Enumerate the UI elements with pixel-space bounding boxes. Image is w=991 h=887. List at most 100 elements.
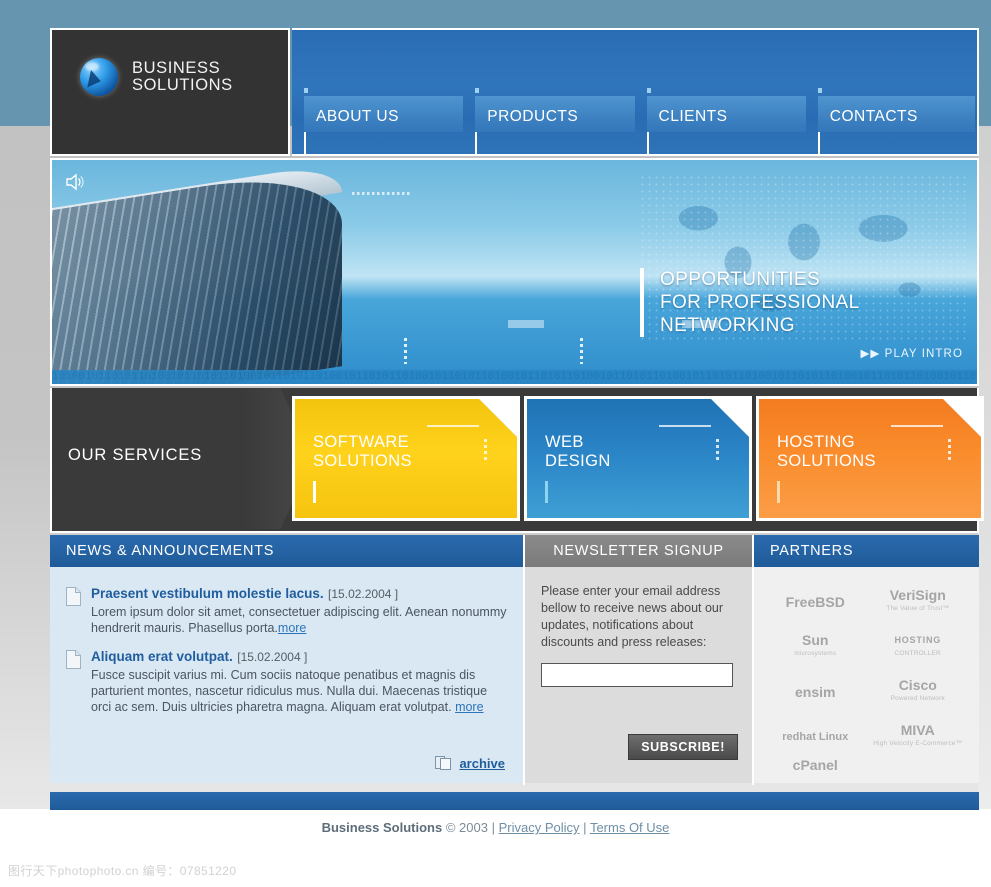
document-icon — [66, 587, 81, 606]
banner-dot-column — [404, 338, 407, 364]
news-heading: NEWS & ANNOUNCEMENTS — [50, 535, 523, 567]
newsletter-body: Please enter your email address bellow t… — [525, 567, 752, 783]
page-fold-icon — [711, 399, 749, 437]
footer-separator: | — [583, 820, 587, 835]
partner-tagline: The Value of Trust™ — [886, 604, 950, 612]
logo-line-1: BUSINESS — [132, 59, 221, 77]
email-field[interactable] — [541, 663, 733, 687]
fold-dots — [484, 439, 487, 463]
news-title[interactable]: Praesent vestibulum molestie lacus. — [91, 586, 324, 601]
copy-pages-icon — [435, 756, 452, 770]
partner-logo-hosting-controller[interactable]: HOSTING CONTROLLER — [894, 634, 941, 660]
hero-banner: OPPORTUNITIES FOR PROFESSIONAL NETWORKIN… — [50, 158, 979, 386]
news-body-text: Fusce suscipit varius mi. Cum sociis nat… — [91, 667, 507, 715]
news-item: Aliquam erat volutpat. [15.02.2004 ] Fus… — [66, 648, 507, 715]
news-title-row: Praesent vestibulum molestie lacus. [15.… — [91, 585, 507, 603]
document-icon — [66, 650, 81, 669]
fold-dots — [716, 439, 719, 463]
nav-label: PRODUCTS — [487, 108, 579, 125]
archive-link[interactable]: archive — [459, 756, 505, 771]
news-more-link[interactable]: more — [455, 700, 483, 714]
partner-name: cPanel — [792, 757, 838, 773]
nav-tick-icon — [817, 88, 822, 93]
archive-row[interactable]: archive — [435, 756, 505, 771]
partner-name: Cisco — [898, 676, 937, 693]
partner-logo-redhat-linux[interactable]: redhat Linux — [782, 731, 848, 743]
fast-forward-icon: ▶▶ — [860, 348, 881, 360]
logo-panel[interactable]: BUSINESS SOLUTIONS — [50, 28, 290, 156]
speaker-icon[interactable] — [64, 172, 86, 192]
nav-label: CONTACTS — [829, 108, 918, 125]
service-card-software-solutions[interactable]: SOFTWARE SOLUTIONS — [292, 396, 520, 521]
partner-name: ensim — [795, 683, 836, 700]
service-accent-bar — [313, 481, 316, 503]
partner-logo-cisco[interactable]: Cisco Powered Network — [890, 676, 945, 705]
banner-dot-column — [580, 338, 583, 364]
privacy-policy-link[interactable]: Privacy Policy — [499, 820, 580, 835]
services-bar: OUR SERVICES SOFTWARE SOLUTIONS WEB DESI… — [50, 388, 984, 533]
partner-tagline: CONTROLLER — [894, 649, 941, 657]
nav-item-clients[interactable]: CLIENTS — [635, 88, 806, 154]
banner-dash-row — [352, 192, 412, 195]
banner-caption-line-1: OPPORTUNITIES — [660, 269, 821, 290]
partner-logo-ensim[interactable]: ensim — [795, 683, 836, 700]
nav-item-contacts[interactable]: CONTACTS — [806, 88, 977, 154]
footer-blue-bar — [50, 792, 979, 810]
partner-logo-freebsd[interactable]: FreeBSD — [786, 595, 845, 609]
nav-item-products[interactable]: PRODUCTS — [463, 88, 635, 154]
partner-logo-sun[interactable]: Sun microsystems — [794, 631, 837, 660]
partners-column: PARTNERS FreeBSD VeriSign The Value of T… — [754, 535, 979, 785]
news-title[interactable]: Aliquam erat volutpat. — [91, 649, 233, 664]
play-intro-link[interactable]: ▶▶ PLAY INTRO — [860, 346, 963, 360]
page-fold-icon — [479, 399, 517, 437]
service-card-web-design[interactable]: WEB DESIGN — [524, 396, 752, 521]
logo-line-2: SOLUTIONS — [132, 76, 233, 94]
news-date: [15.02.2004 ] — [328, 587, 399, 601]
service-title-line-2: SOLUTIONS — [777, 452, 876, 470]
services-heading: OUR SERVICES — [68, 446, 202, 464]
partner-logo-verisign[interactable]: VeriSign The Value of Trust™ — [886, 588, 950, 615]
news-body: Praesent vestibulum molestie lacus. [15.… — [50, 567, 523, 783]
stock-photo-watermark: 图行天下photophoto.cn 编号：07851220 — [8, 864, 237, 878]
nav-label: ABOUT US — [316, 108, 399, 125]
site-footer: Business Solutions © 2003 | Privacy Poli… — [0, 820, 991, 850]
partner-tagline: Powered Network — [890, 694, 945, 702]
fold-line — [891, 425, 943, 427]
binary-strip: 1010010110101101001011010110100101101011… — [52, 370, 977, 384]
site-header: BUSINESS SOLUTIONS ABOUT US PRODUCTS CLI… — [50, 28, 979, 156]
service-title-line-2: DESIGN — [545, 452, 611, 470]
partner-logo-miva[interactable]: MIVA High Velocity E-Commerce™ — [873, 723, 963, 750]
nav-item-about-us[interactable]: ABOUT US — [292, 88, 464, 154]
news-title-row: Aliquam erat volutpat. [15.02.2004 ] — [91, 648, 507, 666]
partner-tagline: microsystems — [794, 649, 837, 657]
service-accent-bar — [545, 481, 548, 503]
service-accent-bar — [777, 481, 780, 503]
fold-dots — [948, 439, 951, 463]
footer-copyright: © 2003 — [445, 820, 488, 835]
logo-text: BUSINESS SOLUTIONS — [132, 60, 233, 94]
main-navigation: ABOUT US PRODUCTS CLIENTS CONTACTS — [292, 28, 979, 156]
newsletter-column: NEWSLETTER SIGNUP Please enter your emai… — [525, 535, 752, 785]
page-fold-icon — [943, 399, 981, 437]
nav-tick-icon — [646, 88, 651, 93]
service-title-line-1: SOFTWARE — [313, 433, 410, 451]
partner-name: Sun — [802, 631, 829, 648]
site-frame: BUSINESS SOLUTIONS ABOUT US PRODUCTS CLI… — [50, 28, 984, 812]
service-card-title: HOSTING SOLUTIONS — [777, 433, 876, 471]
news-column: NEWS & ANNOUNCEMENTS Praesent vestibulum… — [50, 535, 523, 785]
news-date: [15.02.2004 ] — [237, 650, 308, 664]
subscribe-button[interactable]: SUBSCRIBE! — [628, 734, 738, 760]
partners-body: FreeBSD VeriSign The Value of Trust™ Sun… — [754, 567, 979, 783]
partner-logo-cpanel[interactable]: cPanel — [792, 757, 838, 773]
play-intro-label: PLAY INTRO — [884, 348, 963, 360]
banner-caption: OPPORTUNITIES FOR PROFESSIONAL NETWORKIN… — [640, 268, 977, 337]
banner-caption-line-2: FOR PROFESSIONAL NETWORKING — [660, 292, 859, 336]
news-more-link[interactable]: more — [278, 621, 306, 635]
partner-tagline: High Velocity E-Commerce™ — [873, 739, 963, 747]
globe-icon — [80, 58, 118, 96]
service-card-hosting-solutions[interactable]: HOSTING SOLUTIONS — [756, 396, 984, 521]
fold-line — [659, 425, 711, 427]
service-card-title: SOFTWARE SOLUTIONS — [313, 433, 412, 471]
terms-of-use-link[interactable]: Terms Of Use — [590, 820, 669, 835]
service-card-title: WEB DESIGN — [545, 433, 611, 471]
